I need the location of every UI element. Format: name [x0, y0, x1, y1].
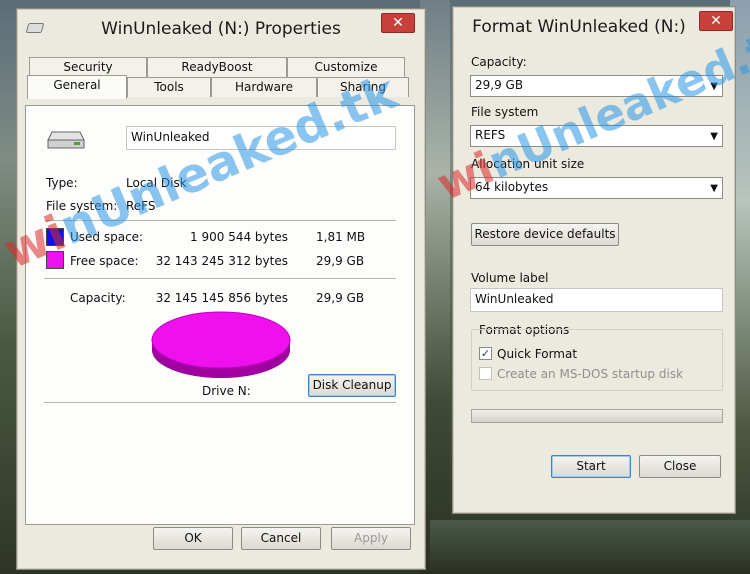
disk-usage-pie [151, 311, 291, 378]
close-icon[interactable]: ✕ [699, 11, 733, 31]
capacity-label: Capacity: [471, 55, 527, 69]
drive-label: Drive N: [202, 384, 251, 398]
volume-label-caption: Volume label [471, 271, 549, 285]
tab-tools[interactable]: Tools [127, 77, 211, 97]
hard-drive-icon [47, 131, 85, 149]
desktop-background-bottom [430, 520, 750, 574]
tab-hardware[interactable]: Hardware [211, 77, 317, 97]
free-space-size: 29,9 GB [316, 254, 365, 268]
divider [44, 278, 396, 279]
close-icon[interactable]: ✕ [381, 13, 415, 33]
used-space-size: 1,81 MB [316, 230, 366, 244]
msdos-startup-checkbox[interactable] [479, 367, 492, 380]
start-button[interactable]: Start [551, 455, 631, 478]
disk-cleanup-button[interactable]: Disk Cleanup [308, 374, 396, 397]
capacity-bytes: 32 145 145 856 bytes [155, 291, 288, 305]
ok-button[interactable]: OK [153, 527, 233, 550]
divider [44, 402, 396, 403]
properties-titlebar[interactable]: WinUnleaked (N:) Properties ✕ [17, 9, 425, 49]
volume-label-input[interactable]: WinUnleaked [470, 288, 723, 312]
cancel-button[interactable]: Cancel [241, 527, 321, 550]
quick-format-checkbox[interactable]: ✓ [479, 347, 492, 360]
pie-free-slice [151, 311, 291, 369]
check-icon: ✓ [480, 347, 491, 360]
chevron-down-icon: ▼ [710, 131, 718, 142]
msdos-startup-label: Create an MS-DOS startup disk [497, 367, 684, 381]
tab-security[interactable]: Security [29, 57, 147, 77]
capacity-size: 29,9 GB [316, 291, 365, 305]
format-titlebar[interactable]: Format WinUnleaked (N:) ✕ [453, 7, 735, 47]
type-label: Type: [46, 176, 78, 190]
tab-readyboost[interactable]: ReadyBoost [147, 57, 287, 77]
quick-format-label: Quick Format [497, 347, 578, 361]
capacity-value: 29,9 GB [475, 78, 524, 92]
free-space-label: Free space: [70, 254, 139, 268]
free-space-bytes: 32 143 245 312 bytes [155, 254, 288, 268]
tab-general[interactable]: General [27, 75, 127, 99]
used-space-bytes: 1 900 544 bytes [190, 230, 288, 244]
format-title: Format WinUnleaked (N:) [472, 17, 686, 37]
close-button[interactable]: Close [639, 455, 721, 478]
capacity-label: Capacity: [70, 291, 126, 305]
restore-defaults-button[interactable]: Restore device defaults [471, 223, 619, 246]
properties-title: WinUnleaked (N:) Properties [101, 19, 341, 39]
file-system-label: File system [471, 105, 539, 119]
apply-button[interactable]: Apply [331, 527, 411, 550]
format-progress-bar [471, 409, 723, 423]
chevron-down-icon: ▼ [710, 183, 718, 194]
